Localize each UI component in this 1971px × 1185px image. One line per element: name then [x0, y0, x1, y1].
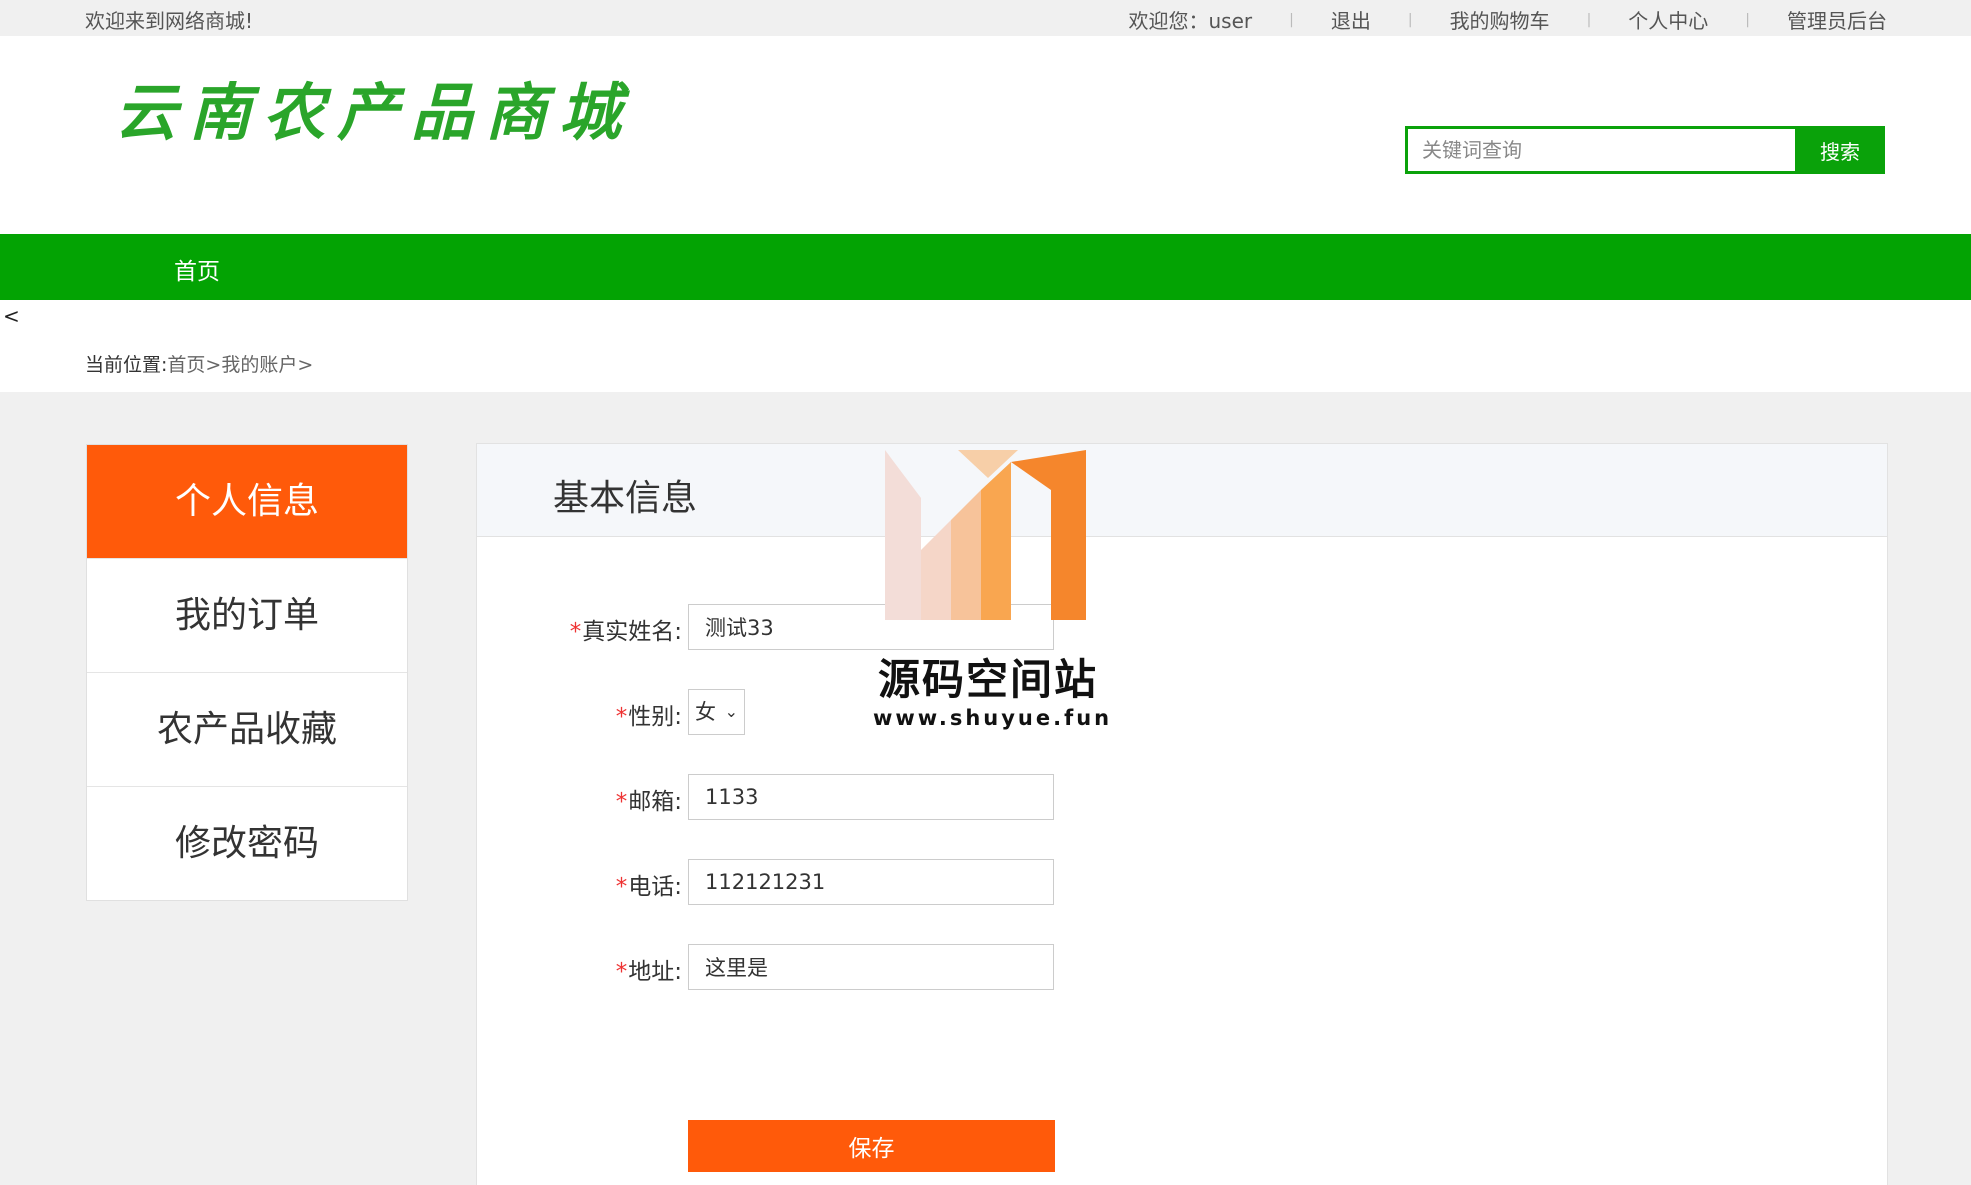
sidebar-item-password[interactable]: 修改密码 — [87, 786, 407, 900]
account-sidebar: 个人信息 我的订单 农产品收藏 修改密码 — [86, 444, 408, 901]
watermark: 源码空间站 www.shuyue.fun — [873, 450, 1113, 740]
search-input[interactable] — [1405, 126, 1795, 174]
required-mark: * — [615, 704, 628, 730]
email-row: *邮箱: — [477, 774, 1887, 820]
gender-row: *性别: 女 ⌄ — [477, 689, 1887, 735]
email-field[interactable] — [688, 774, 1054, 820]
breadcrumb-prefix: 当前位置: — [85, 354, 168, 376]
required-mark: * — [615, 789, 628, 815]
breadcrumb-home[interactable]: 首页 — [167, 354, 205, 376]
breadcrumb-account[interactable]: 我的账户 — [221, 354, 297, 376]
admin-link[interactable]: 管理员后台 — [1787, 5, 1887, 34]
panel-title: 基本信息 — [553, 478, 698, 519]
sidebar-item-favorites[interactable]: 农产品收藏 — [87, 672, 407, 786]
panel-header: 基本信息 — [477, 444, 1887, 537]
watermark-text: 源码空间站 — [877, 655, 1098, 704]
profile-panel: 基本信息 *真实姓名: *性别: 女 ⌄ *邮箱: *电话: *地址: 保存 — [476, 443, 1888, 1185]
breadcrumb-area: < 当前位置:首页>我的账户> — [0, 300, 1971, 392]
nav-home[interactable]: 首页 — [174, 252, 220, 286]
logout-link[interactable]: 退出 — [1331, 5, 1371, 34]
watermark-logo-icon — [885, 450, 1086, 620]
main-nav: 首页 — [0, 234, 1971, 300]
address-label: *地址: — [615, 959, 682, 985]
gender-select[interactable]: 女 ⌄ — [688, 689, 745, 735]
name-label: *真实姓名: — [569, 619, 682, 645]
greeting-user: 欢迎您：user — [1128, 9, 1253, 33]
required-mark: * — [615, 959, 628, 985]
watermark-url: www.shuyue.fun — [873, 706, 1113, 730]
top-bar: 欢迎来到网络商城! 欢迎您：user | 退出 | 我的购物车 | 个人中心 |… — [0, 0, 1971, 36]
welcome-text: 欢迎来到网络商城! — [85, 9, 254, 33]
breadcrumb-arrow: > — [297, 354, 314, 376]
address-field[interactable] — [688, 944, 1054, 990]
phone-row: *电话: — [477, 859, 1887, 905]
save-button[interactable]: 保存 — [688, 1120, 1055, 1172]
separator: | — [1407, 11, 1413, 28]
chevron-down-icon: ⌄ — [724, 702, 738, 721]
search-bar: 搜索 — [1405, 126, 1885, 174]
required-mark: * — [615, 874, 628, 900]
sidebar-item-orders[interactable]: 我的订单 — [87, 558, 407, 672]
gender-label: *性别: — [615, 704, 682, 730]
email-label: *邮箱: — [615, 789, 682, 815]
phone-field[interactable] — [688, 859, 1054, 905]
separator: | — [1745, 11, 1750, 28]
address-row: *地址: — [477, 944, 1887, 990]
stray-text: < — [3, 304, 20, 328]
required-mark: * — [569, 619, 582, 645]
separator: | — [1289, 11, 1294, 28]
cart-link[interactable]: 我的购物车 — [1450, 5, 1550, 34]
breadcrumb: 当前位置:首页>我的账户> — [85, 350, 313, 377]
phone-label: *电话: — [615, 874, 682, 900]
top-links: 欢迎您：user | 退出 | 我的购物车 | 个人中心 | 管理员后台 — [1129, 5, 1888, 34]
search-button[interactable]: 搜索 — [1795, 126, 1885, 174]
header: 云南农产品商城 搜索 — [0, 36, 1971, 234]
sidebar-item-profile[interactable]: 个人信息 — [87, 445, 407, 558]
breadcrumb-arrow: > — [205, 354, 222, 376]
name-row: *真实姓名: — [477, 604, 1887, 650]
site-logo[interactable]: 云南农产品商城 — [115, 62, 633, 152]
gender-value: 女 — [695, 700, 716, 724]
separator: | — [1586, 11, 1592, 28]
profile-link[interactable]: 个人中心 — [1628, 5, 1708, 34]
